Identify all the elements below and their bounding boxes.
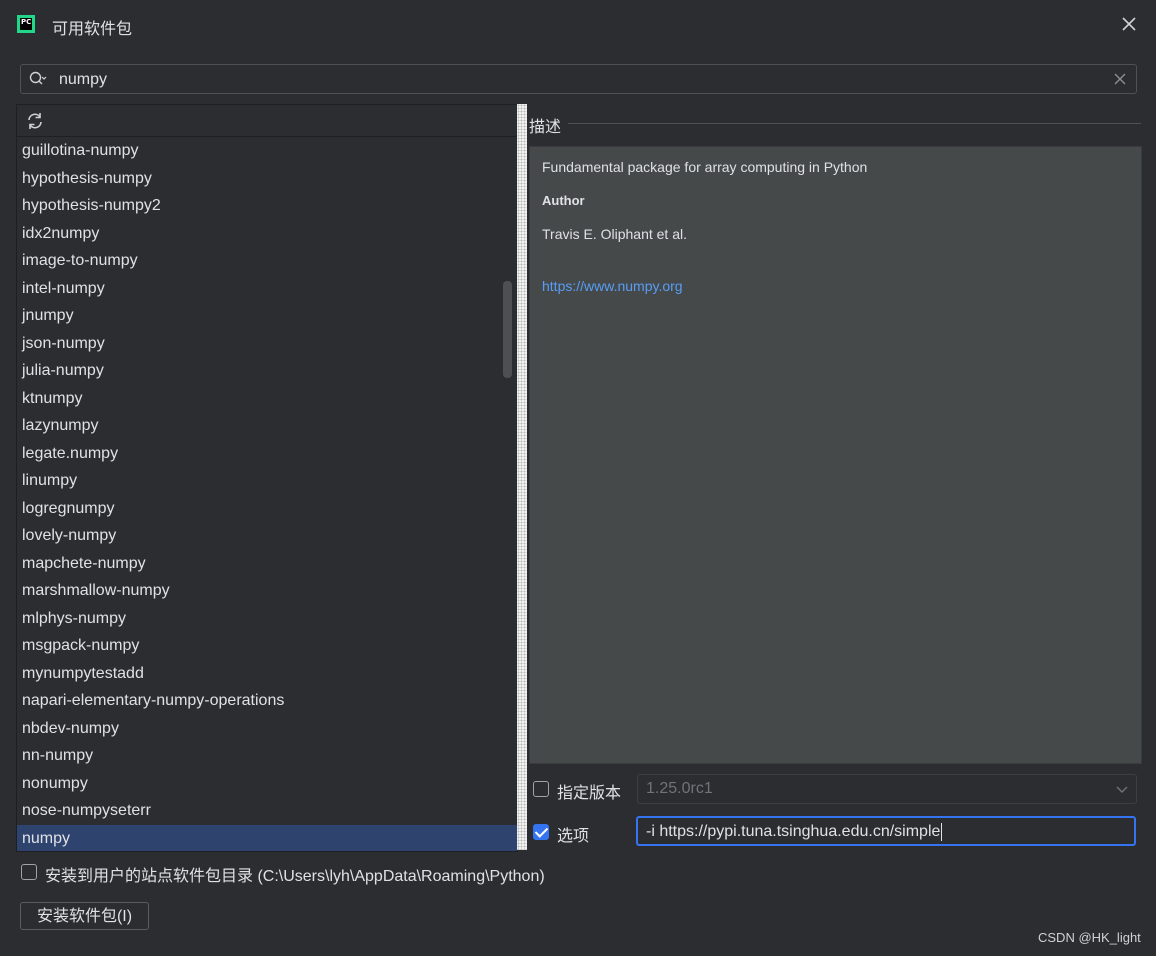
package-list-item[interactable]: json-numpy bbox=[17, 330, 517, 358]
package-list-item[interactable]: mynumpytestadd bbox=[17, 660, 517, 688]
panel-splitter[interactable] bbox=[517, 104, 527, 850]
package-list-item[interactable]: lovely-numpy bbox=[17, 522, 517, 550]
package-list-item[interactable]: marshmallow-numpy bbox=[17, 577, 517, 605]
package-list-item[interactable]: logregnumpy bbox=[17, 495, 517, 523]
package-list-item[interactable]: mapchete-numpy bbox=[17, 550, 517, 578]
version-value: 1.25.0rc1 bbox=[646, 780, 713, 797]
package-list-item[interactable]: intel-numpy bbox=[17, 275, 517, 303]
package-list-item[interactable]: nn-numpy bbox=[17, 742, 517, 770]
close-button[interactable] bbox=[1118, 13, 1140, 35]
options-checkbox[interactable] bbox=[533, 824, 549, 840]
package-list-item[interactable]: napari-elementary-numpy-operations bbox=[17, 687, 517, 715]
package-list-item[interactable]: image-to-numpy bbox=[17, 247, 517, 275]
search-icon[interactable] bbox=[29, 71, 47, 87]
chevron-down-icon bbox=[1116, 786, 1128, 793]
package-list-panel: guillotina-numpy hypothesis-numpy hypothes… bbox=[16, 104, 518, 852]
description-section-title: 描述 bbox=[529, 119, 562, 136]
search-input[interactable] bbox=[57, 69, 1101, 91]
specify-version-checkbox[interactable] bbox=[533, 781, 549, 797]
package-list-item[interactable]: hypothesis-numpy bbox=[17, 165, 517, 193]
window-title: 可用软件包 bbox=[52, 21, 133, 38]
package-list-item[interactable]: legate.numpy bbox=[17, 440, 517, 468]
pycharm-logo-icon: PC bbox=[17, 15, 35, 33]
package-list-item[interactable]: linumpy bbox=[17, 467, 517, 495]
author-label: Author bbox=[542, 193, 585, 208]
homepage-link[interactable]: https://www.numpy.org bbox=[542, 278, 683, 294]
package-list-item[interactable]: mlphys-numpy bbox=[17, 605, 517, 633]
package-list-item[interactable]: guillotina-numpy bbox=[17, 137, 517, 165]
package-list-item[interactable]: ktnumpy bbox=[17, 385, 517, 413]
package-list-item[interactable]: numpy bbox=[17, 824, 517, 851]
description-summary: Fundamental package for array computing … bbox=[542, 159, 868, 175]
options-input[interactable]: -i https://pypi.tuna.tsinghua.edu.cn/sim… bbox=[636, 816, 1136, 846]
install-to-user-checkbox[interactable] bbox=[21, 864, 37, 880]
watermark: CSDN @HK_light bbox=[1038, 930, 1141, 945]
description-divider bbox=[568, 123, 1141, 124]
description-panel: Fundamental package for array computing … bbox=[529, 146, 1142, 764]
package-list-item[interactable]: msgpack-numpy bbox=[17, 632, 517, 660]
close-icon bbox=[1122, 17, 1136, 31]
package-list-item[interactable]: nonumpy bbox=[17, 770, 517, 798]
list-toolbar bbox=[17, 105, 517, 137]
author-value: Travis E. Oliphant et al. bbox=[542, 226, 687, 242]
clear-search-icon[interactable] bbox=[1114, 73, 1126, 85]
install-to-user-label: 安装到用户的站点软件包目录 (C:\Users\lyh\AppData\Roam… bbox=[45, 868, 545, 885]
package-list-item[interactable]: hypothesis-numpy2 bbox=[17, 192, 517, 220]
specify-version-label: 指定版本 bbox=[557, 785, 622, 802]
package-list: guillotina-numpy hypothesis-numpy hypothes… bbox=[17, 137, 517, 851]
package-list-item[interactable]: idx2numpy bbox=[17, 220, 517, 248]
text-caret bbox=[941, 823, 943, 841]
package-list-item[interactable]: nbdev-numpy bbox=[17, 715, 517, 743]
package-list-item[interactable]: lazynumpy bbox=[17, 412, 517, 440]
list-scrollbar[interactable] bbox=[503, 281, 512, 378]
package-list-item[interactable]: julia-numpy bbox=[17, 357, 517, 385]
refresh-icon[interactable] bbox=[25, 111, 45, 131]
install-package-button[interactable]: 安装软件包(I) bbox=[20, 902, 149, 930]
search-box[interactable] bbox=[20, 64, 1137, 94]
version-select[interactable]: 1.25.0rc1 bbox=[637, 774, 1137, 804]
package-list-item[interactable]: jnumpy bbox=[17, 302, 517, 330]
options-label: 选项 bbox=[557, 828, 590, 845]
package-list-item[interactable]: nose-numpyseterr bbox=[17, 797, 517, 825]
options-value: -i https://pypi.tuna.tsinghua.edu.cn/sim… bbox=[646, 823, 941, 841]
title-bar: PC 可用软件包 bbox=[0, 0, 1156, 50]
